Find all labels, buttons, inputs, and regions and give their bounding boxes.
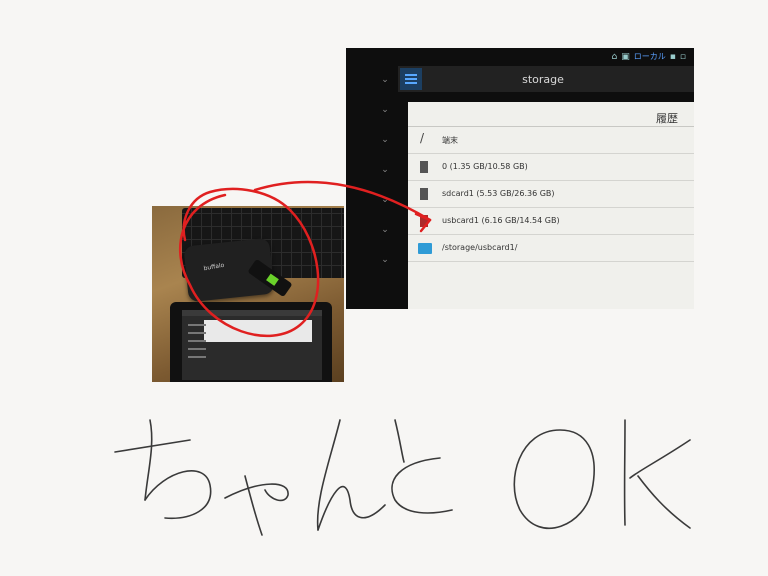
handwriting-text [114,419,691,536]
red-arrow-annotation [253,180,432,233]
red-circle-annotation [178,187,320,338]
annotation-overlay [114,180,691,536]
